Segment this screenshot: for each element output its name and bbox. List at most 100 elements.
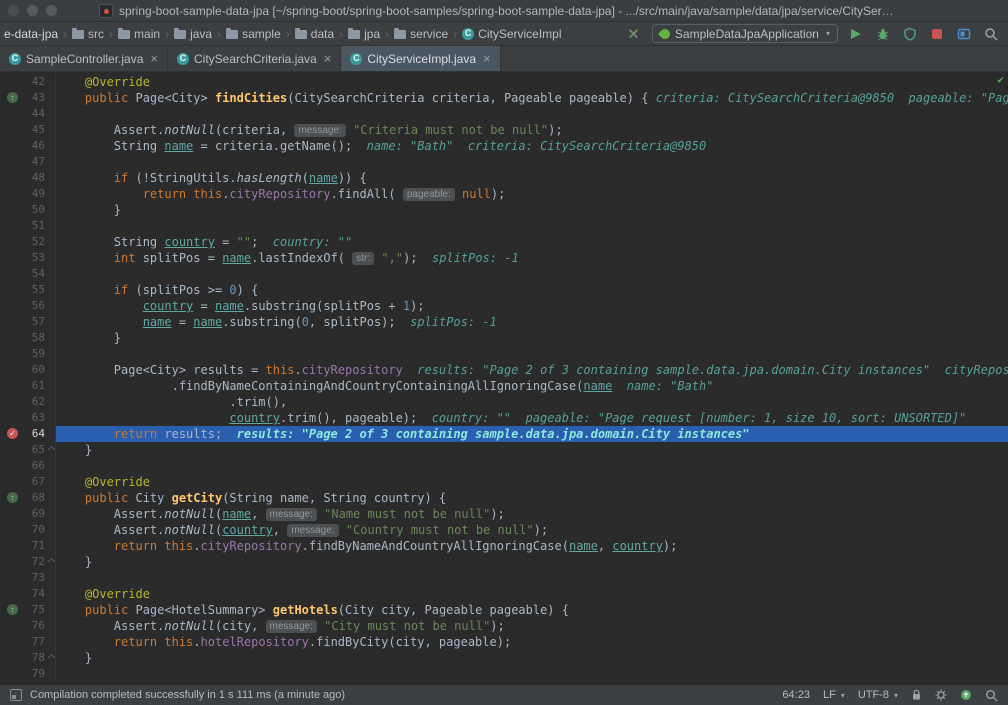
fold-column[interactable] bbox=[48, 394, 56, 410]
code-line-61[interactable]: 61 .findByNameContainingAndCountryContai… bbox=[0, 378, 1008, 394]
fold-column[interactable] bbox=[48, 570, 56, 586]
gutter[interactable] bbox=[0, 218, 24, 234]
code-line-71[interactable]: 71 return this.cityRepository.findByName… bbox=[0, 538, 1008, 554]
code-line-43[interactable]: ↑43 public Page<City> findCities(CitySea… bbox=[0, 90, 1008, 106]
code-line-67[interactable]: 67 @Override bbox=[0, 474, 1008, 490]
fold-column[interactable] bbox=[48, 490, 56, 506]
fold-column[interactable] bbox=[48, 426, 56, 442]
fold-end-icon[interactable] bbox=[48, 654, 55, 661]
code-text[interactable]: Assert.notNull(country, message: "Countr… bbox=[56, 522, 1008, 538]
caret-position[interactable]: 64:23 bbox=[782, 689, 810, 701]
fold-end-icon[interactable] bbox=[48, 446, 55, 453]
code-text[interactable]: return this.hotelRepository.findByCity(c… bbox=[56, 634, 1008, 650]
gutter[interactable] bbox=[0, 554, 24, 570]
breadcrumb-item-cityserviceimpl[interactable]: CCityServiceImpl bbox=[460, 27, 563, 41]
code-line-44[interactable]: 44 bbox=[0, 106, 1008, 122]
code-line-66[interactable]: 66 bbox=[0, 458, 1008, 474]
gutter[interactable] bbox=[0, 250, 24, 266]
gutter[interactable] bbox=[0, 522, 24, 538]
code-text[interactable] bbox=[56, 346, 1008, 362]
code-line-79[interactable]: 79 bbox=[0, 666, 1008, 682]
gutter[interactable] bbox=[0, 618, 24, 634]
fold-column[interactable] bbox=[48, 298, 56, 314]
build-project-button[interactable] bbox=[625, 25, 643, 43]
code-line-47[interactable]: 47 bbox=[0, 154, 1008, 170]
code-line-46[interactable]: 46 String name = criteria.getName(); nam… bbox=[0, 138, 1008, 154]
code-text[interactable] bbox=[56, 218, 1008, 234]
code-text[interactable]: public Page<HotelSummary> getHotels(City… bbox=[56, 602, 1008, 618]
code-text[interactable] bbox=[56, 106, 1008, 122]
code-line-50[interactable]: 50 } bbox=[0, 202, 1008, 218]
tab-cityserviceimpl-java[interactable]: CCityServiceImpl.java× bbox=[341, 46, 500, 71]
editor[interactable]: 42 @Override↑43 public Page<City> findCi… bbox=[0, 72, 1008, 684]
code-text[interactable] bbox=[56, 154, 1008, 170]
close-button[interactable] bbox=[8, 5, 19, 16]
gutter[interactable] bbox=[0, 410, 24, 426]
breakpoint-icon[interactable]: ✓ bbox=[7, 428, 18, 439]
code-line-51[interactable]: 51 bbox=[0, 218, 1008, 234]
fold-column[interactable] bbox=[48, 506, 56, 522]
code-line-62[interactable]: 62 .trim(), bbox=[0, 394, 1008, 410]
tab-samplecontroller-java[interactable]: CSampleController.java× bbox=[0, 46, 168, 71]
lock-icon[interactable] bbox=[911, 689, 922, 701]
gutter[interactable] bbox=[0, 106, 24, 122]
implements-method-icon[interactable]: ↑ bbox=[7, 492, 18, 503]
code-line-73[interactable]: 73 bbox=[0, 570, 1008, 586]
fold-column[interactable] bbox=[48, 250, 56, 266]
code-text[interactable]: @Override bbox=[56, 474, 1008, 490]
code-line-56[interactable]: 56 country = name.substring(splitPos + 1… bbox=[0, 298, 1008, 314]
tab-citysearchcriteria-java[interactable]: CCitySearchCriteria.java× bbox=[168, 46, 341, 71]
gutter[interactable] bbox=[0, 394, 24, 410]
gutter[interactable] bbox=[0, 138, 24, 154]
gutter[interactable] bbox=[0, 570, 24, 586]
fold-column[interactable] bbox=[48, 266, 56, 282]
fold-column[interactable] bbox=[48, 522, 56, 538]
code-line-76[interactable]: 76 Assert.notNull(city, message: "City m… bbox=[0, 618, 1008, 634]
fold-column[interactable] bbox=[48, 282, 56, 298]
gutter[interactable] bbox=[0, 474, 24, 490]
code-line-59[interactable]: 59 bbox=[0, 346, 1008, 362]
code-line-77[interactable]: 77 return this.hotelRepository.findByCit… bbox=[0, 634, 1008, 650]
breadcrumb-item-sample[interactable]: sample bbox=[224, 27, 283, 41]
code-text[interactable]: } bbox=[56, 202, 1008, 218]
code-line-57[interactable]: 57 name = name.substring(0, splitPos); s… bbox=[0, 314, 1008, 330]
fold-column[interactable] bbox=[48, 186, 56, 202]
gutter[interactable] bbox=[0, 282, 24, 298]
code-line-54[interactable]: 54 bbox=[0, 266, 1008, 282]
fold-column[interactable] bbox=[48, 362, 56, 378]
code-line-60[interactable]: 60 Page<City> results = this.cityReposit… bbox=[0, 362, 1008, 378]
code-line-74[interactable]: 74 @Override bbox=[0, 586, 1008, 602]
breadcrumb-item-src[interactable]: src bbox=[70, 27, 106, 41]
coverage-button[interactable] bbox=[901, 25, 919, 43]
close-icon[interactable]: × bbox=[324, 51, 332, 66]
code-text[interactable]: .trim(), bbox=[56, 394, 1008, 410]
zoom-button[interactable] bbox=[46, 5, 57, 16]
gutter[interactable] bbox=[0, 458, 24, 474]
code-line-55[interactable]: 55 if (splitPos >= 0) { bbox=[0, 282, 1008, 298]
code-text[interactable]: } bbox=[56, 554, 1008, 570]
code-text[interactable]: return results; results: "Page 2 of 3 co… bbox=[56, 426, 1008, 442]
fold-column[interactable] bbox=[48, 538, 56, 554]
encoding-indicator[interactable]: UTF-8▾ bbox=[858, 689, 898, 701]
code-line-63[interactable]: 63 country.trim(), pageable); country: "… bbox=[0, 410, 1008, 426]
gutter[interactable] bbox=[0, 506, 24, 522]
close-icon[interactable]: × bbox=[483, 51, 491, 66]
fold-column[interactable] bbox=[48, 90, 56, 106]
code-line-53[interactable]: 53 int splitPos = name.lastIndexOf( str:… bbox=[0, 250, 1008, 266]
code-text[interactable] bbox=[56, 266, 1008, 282]
minimize-button[interactable] bbox=[27, 5, 38, 16]
code-line-52[interactable]: 52 String country = ""; country: "" bbox=[0, 234, 1008, 250]
fold-column[interactable] bbox=[48, 330, 56, 346]
code-line-78[interactable]: 78 } bbox=[0, 650, 1008, 666]
code-text[interactable]: country = name.substring(splitPos + 1); bbox=[56, 298, 1008, 314]
code-line-75[interactable]: ↑75 public Page<HotelSummary> getHotels(… bbox=[0, 602, 1008, 618]
gutter[interactable] bbox=[0, 666, 24, 682]
breadcrumb-item-jpa[interactable]: jpa bbox=[346, 27, 382, 41]
breadcrumb-item-service[interactable]: service bbox=[392, 27, 450, 41]
implements-method-icon[interactable]: ↑ bbox=[7, 92, 18, 103]
code-text[interactable]: country.trim(), pageable); country: "" p… bbox=[56, 410, 1008, 426]
code-text[interactable]: int splitPos = name.lastIndexOf( str: ",… bbox=[56, 250, 1008, 266]
gutter[interactable] bbox=[0, 186, 24, 202]
fold-column[interactable] bbox=[48, 618, 56, 634]
gutter[interactable] bbox=[0, 314, 24, 330]
